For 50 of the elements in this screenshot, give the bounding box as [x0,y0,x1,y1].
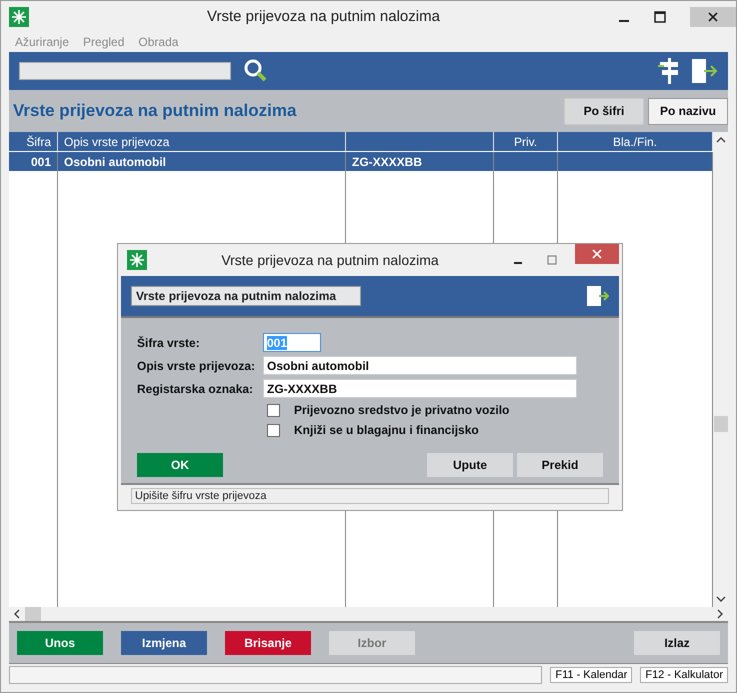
maximize-icon[interactable] [654,10,666,22]
column-header[interactable]: Opis vrste prijevoza [64,134,170,148]
column-header[interactable]: Priv. [514,134,538,148]
scroll-up-icon[interactable] [716,136,726,144]
field-label: Opis vrste prijevoza: [137,358,256,372]
checkbox[interactable] [267,424,280,436]
checkbox-label: Prijevozno sredstvo je privatno vozilo [294,403,510,417]
checkbox-label: Knjiži se u blagajnu i financijsko [294,423,479,437]
app-icon [9,6,29,26]
scroll-right-icon[interactable] [716,609,724,619]
app-icon [127,250,147,270]
dialog-button[interactable]: Upute [427,453,513,477]
close-button[interactable] [690,6,736,26]
signpost-icon[interactable] [658,58,680,84]
field-label: Šifra vrste: [137,336,201,350]
scroll-thumb[interactable] [714,416,728,432]
table-cell: 001 [30,154,51,168]
ok-button[interactable]: OK [137,453,223,477]
action-button[interactable]: Unos [17,631,103,655]
input-field[interactable]: ZG-XXXXBB [263,379,577,398]
exit-icon[interactable] [587,286,609,306]
scroll-thumb[interactable] [25,607,41,621]
search-icon[interactable] [243,58,269,84]
close-icon [592,249,602,259]
field-label: Registarska oznaka: [137,382,254,396]
search-field[interactable] [19,62,231,80]
sort-tab[interactable]: Po nazivu [648,98,728,124]
exit-icon[interactable] [692,59,718,83]
column-header[interactable]: Šifra [26,134,51,148]
status-message: Upišite šifru vrste prijevoza [131,488,609,504]
window-title: Vrste prijevoza na putnim nalozima [206,8,441,25]
table-cell: ZG-XXXXBB [352,154,422,168]
dialog-button[interactable]: Prekid [517,453,603,477]
action-button[interactable]: Brisanje [225,631,311,655]
scroll-left-icon[interactable] [13,609,21,619]
checkbox[interactable] [267,404,280,416]
form-title: Vrste prijevoza na putnim nalozima [131,286,361,306]
sort-tab[interactable]: Po šifri [564,98,644,124]
scroll-down-icon[interactable] [716,595,726,603]
page-title: Vrste prijevoza na putnim nalozima [13,101,296,121]
table-cell: Osobni automobil [64,154,166,168]
status-panel: F11 - Kalendar [550,667,632,683]
table-row[interactable]: 001 Osobni automobil ZG-XXXXBB [9,152,713,171]
close-icon [708,12,718,22]
input-field[interactable]: Osobni automobil [263,356,577,375]
action-button[interactable]: Izmjena [121,631,207,655]
dialog-title: Vrste prijevoza na putnim nalozima [220,252,440,268]
action-button[interactable]: Izlaz [634,631,720,655]
column-header[interactable]: Bla./Fin. [612,134,657,148]
status-panel: F12 - Kalkulator [640,667,728,683]
